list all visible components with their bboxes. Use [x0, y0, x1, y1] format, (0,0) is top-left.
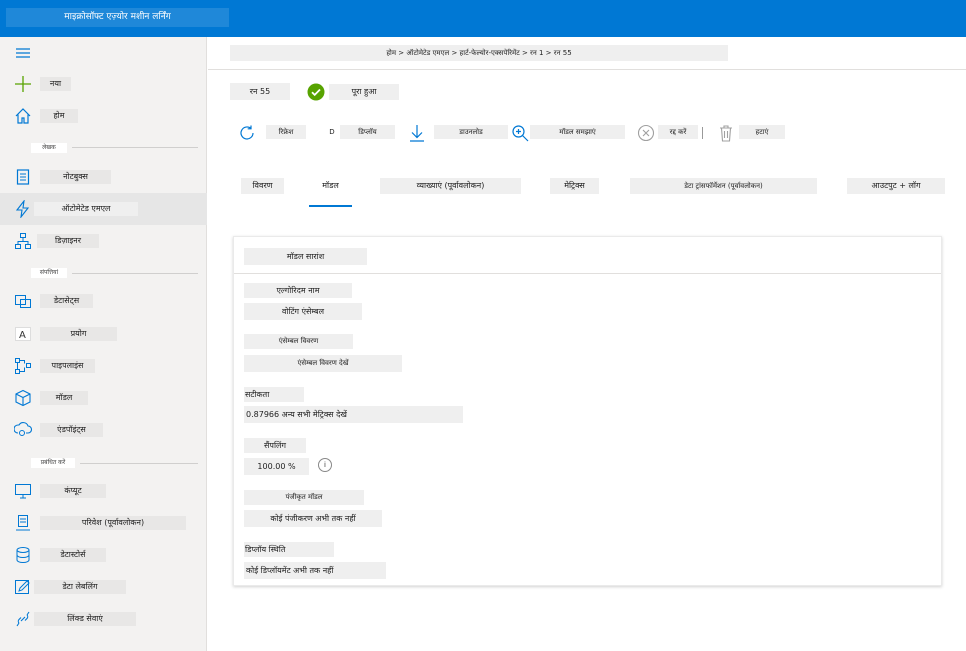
divider	[702, 127, 703, 139]
sidebar-item-label: मॉडल	[40, 391, 88, 405]
algorithm-label: एल्गोरिदम नाम	[244, 283, 352, 298]
search-icon[interactable]	[511, 124, 529, 142]
sidebar-item-label: प्रयोग	[40, 327, 117, 341]
trash-icon[interactable]	[717, 124, 735, 142]
sidebar-item-label: नया	[40, 77, 71, 91]
sidebar-item-linked-services[interactable]: लिंक्ड सेवाएं	[0, 603, 207, 635]
divider	[80, 463, 198, 464]
notebook-icon	[14, 168, 32, 186]
sidebar-item-label: पाइपलाइंस	[40, 359, 95, 373]
checkmark-icon	[307, 83, 325, 101]
sidebar: नया होम लेखक नोटबुक्स ऑटोमेटेड एमएल डिज़…	[0, 37, 207, 651]
top-bar: माइक्रोसॉफ्ट एज़्योर मशीन लर्निंग	[0, 0, 966, 37]
sidebar-item-home[interactable]: होम	[0, 100, 207, 132]
section-header-manage: प्रबंधित करें	[31, 458, 75, 468]
sidebar-item-datasets[interactable]: डेटासेट्स	[0, 285, 207, 317]
sidebar-item-notebooks[interactable]: नोटबुक्स	[0, 161, 207, 193]
delete-button[interactable]: हटाएं	[739, 125, 785, 139]
plus-icon	[14, 75, 32, 93]
deploy-status-label: डिप्लॉय स्थिति	[244, 542, 334, 557]
download-icon[interactable]	[408, 124, 426, 142]
sidebar-item-label: ऑटोमेटेड एमएल	[34, 202, 138, 216]
data-labeling-icon	[14, 578, 32, 596]
lightning-icon	[14, 199, 32, 219]
designer-icon	[14, 232, 32, 250]
section-header-author: लेखक	[31, 143, 67, 153]
datastores-icon	[14, 546, 32, 564]
tab-data-transformation[interactable]: डेटा ट्रांसफॉर्मेशन (पूर्वावलोकन)	[630, 178, 817, 194]
accuracy-value[interactable]: 0.87966 अन्य सभी मेट्रिक्स देखें	[244, 406, 463, 423]
sampling-value: 100.00 %	[244, 458, 309, 475]
divider	[72, 273, 198, 274]
hamburger-menu-button[interactable]	[0, 37, 207, 69]
cancel-icon[interactable]	[637, 124, 655, 142]
tab-details[interactable]: विवरण	[241, 178, 284, 194]
main-content: होम > ऑटोमेटेड एमएल > हार्ट-फेल्योर-एक्स…	[208, 37, 966, 651]
linked-services-icon	[14, 610, 32, 628]
sidebar-item-label: डेटा लेबलिंग	[34, 580, 126, 594]
algorithm-value: वोटिंग एंसेम्बल	[244, 303, 362, 320]
sidebar-item-experiments[interactable]: A प्रयोग	[0, 318, 207, 350]
sidebar-item-label: होम	[40, 109, 78, 123]
deploy-status-value: कोई डिप्लॉयमेंट अभी तक नहीं	[244, 562, 386, 579]
tab-metrics[interactable]: मेट्रिक्स	[550, 178, 599, 194]
registered-models-value: कोई पंजीकरण अभी तक नहीं	[244, 510, 382, 527]
svg-text:A: A	[19, 330, 26, 341]
accuracy-label: सटीकता	[244, 387, 304, 402]
divider	[234, 273, 941, 274]
sidebar-item-designer[interactable]: डिज़ाइनर	[0, 225, 207, 257]
sidebar-item-new[interactable]: नया	[0, 68, 207, 100]
compute-icon	[14, 482, 32, 500]
sidebar-item-endpoints[interactable]: एंडपॉइंट्स	[0, 414, 207, 446]
environments-icon	[14, 514, 32, 532]
app-title[interactable]: माइक्रोसॉफ्ट एज़्योर मशीन लर्निंग	[6, 8, 229, 27]
info-icon[interactable]: i	[318, 458, 332, 472]
sidebar-item-label: परिवेश (पूर्वावलोकन)	[40, 516, 186, 530]
sidebar-item-datastores[interactable]: डेटास्टोर्स	[0, 539, 207, 571]
card-title: मॉडल सारांश	[244, 248, 367, 265]
sidebar-item-label: नोटबुक्स	[40, 170, 111, 184]
sidebar-item-data-labeling[interactable]: डेटा लेबलिंग	[0, 571, 207, 603]
deploy-button[interactable]: डिप्लॉय	[340, 125, 395, 139]
sidebar-item-environments[interactable]: परिवेश (पूर्वावलोकन)	[0, 507, 207, 539]
endpoints-icon	[13, 421, 33, 439]
status-badge: पूरा हुआ	[329, 84, 399, 100]
model-summary-card: मॉडल सारांश एल्गोरिदम नाम वोटिंग एंसेम्ब…	[233, 236, 942, 586]
sidebar-item-pipelines[interactable]: पाइपलाइंस	[0, 350, 207, 382]
divider	[208, 69, 966, 70]
sidebar-item-label: लिंक्ड सेवाएं	[34, 612, 136, 626]
sidebar-item-automated-ml[interactable]: ऑटोमेटेड एमएल	[0, 193, 207, 225]
refresh-button[interactable]: रिफ्रेश	[266, 125, 306, 139]
sidebar-item-label: कंप्यूट	[40, 484, 106, 498]
page-title: रन 55	[230, 83, 290, 100]
breadcrumb[interactable]: होम > ऑटोमेटेड एमएल > हार्ट-फेल्योर-एक्स…	[230, 45, 728, 61]
tab-model[interactable]: मॉडल	[309, 178, 352, 194]
refresh-icon[interactable]	[238, 124, 256, 142]
experiments-icon: A	[14, 325, 32, 343]
view-ensemble-details-link[interactable]: एंसेम्बल विवरण देखें	[244, 355, 402, 372]
sidebar-item-label: डेटास्टोर्स	[40, 548, 106, 562]
sidebar-item-compute[interactable]: कंप्यूट	[0, 475, 207, 507]
ensemble-details-label: एंसेम्बल विवरण	[244, 334, 353, 349]
registered-models-label: पंजीकृत मॉडल	[244, 490, 364, 505]
hamburger-icon	[14, 44, 32, 62]
deploy-prefix: D	[326, 125, 338, 139]
sidebar-item-models[interactable]: मॉडल	[0, 382, 207, 414]
home-icon	[14, 107, 32, 125]
download-button[interactable]: डाउनलोड	[434, 125, 508, 139]
tab-outputs-logs[interactable]: आउटपुट + लॉग	[847, 178, 945, 194]
section-header-assets: संपत्तियां	[31, 268, 67, 278]
pipelines-icon	[14, 357, 32, 375]
tab-explanations[interactable]: व्याख्याएं (पूर्वावलोकन)	[380, 178, 521, 194]
explain-model-button[interactable]: मॉडल समझाएं	[530, 125, 625, 139]
sidebar-item-label: डेटासेट्स	[40, 294, 93, 308]
datasets-icon	[14, 292, 32, 310]
models-icon	[14, 389, 32, 407]
active-tab-indicator	[309, 205, 352, 207]
divider	[72, 147, 198, 148]
sidebar-item-label: डिज़ाइनर	[37, 234, 99, 248]
sidebar-item-label: एंडपॉइंट्स	[40, 423, 103, 437]
cancel-button[interactable]: रद्द करें	[658, 125, 698, 139]
sampling-label: सैंपलिंग	[244, 438, 306, 453]
